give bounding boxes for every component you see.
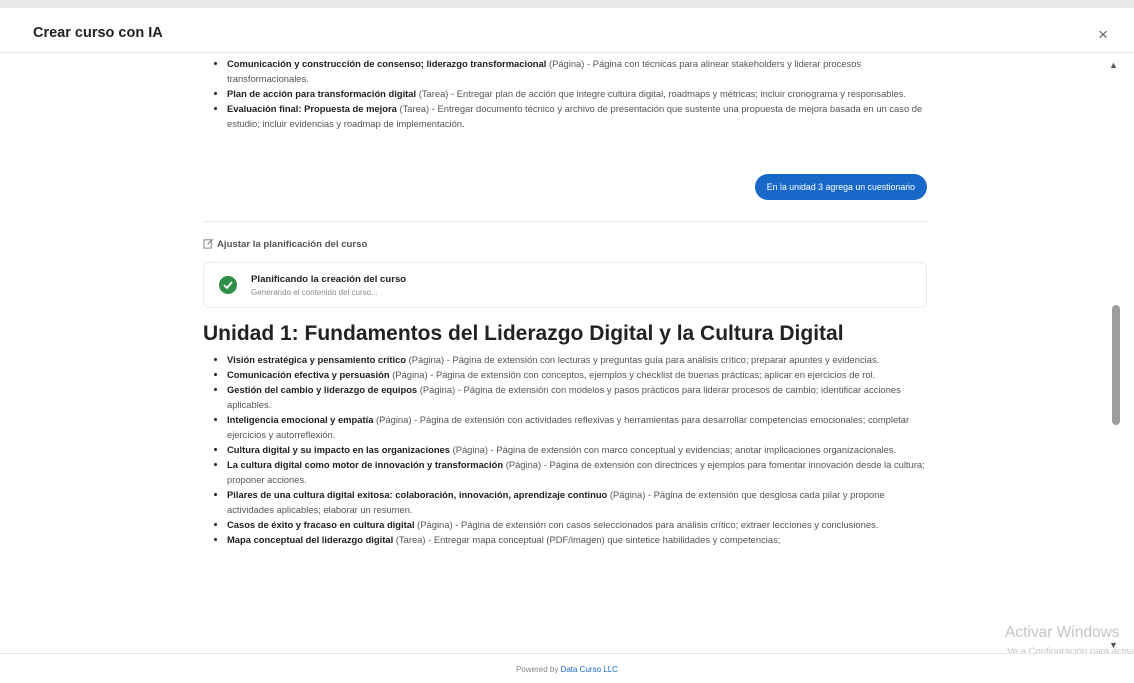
item-title: Plan de acción para transformación digit… bbox=[227, 88, 417, 99]
item-description: - Entregar mapa conceptual (PDF/imagen) … bbox=[428, 534, 781, 545]
footer-link[interactable]: Data Curso LLC bbox=[561, 665, 618, 674]
background-window-strip bbox=[0, 0, 1134, 8]
item-description: - Página de extensión con lecturas y pre… bbox=[446, 354, 880, 365]
item-description: - Entregar plan de acción que integre cu… bbox=[451, 88, 906, 99]
list-item: Inteligencia emocional y empatía (Página… bbox=[227, 412, 927, 442]
list-item: La cultura digital como motor de innovac… bbox=[227, 457, 927, 487]
list-item: Visión estratégica y pensamiento crítico… bbox=[227, 352, 927, 367]
item-title: Comunicación y construcción de consenso;… bbox=[227, 58, 547, 69]
item-title: Visión estratégica y pensamiento crítico bbox=[227, 354, 407, 365]
item-type: (Página) bbox=[548, 58, 585, 69]
unit-1-items: Visión estratégica y pensamiento crítico… bbox=[203, 352, 927, 547]
item-title: Inteligencia emocional y empatía bbox=[227, 414, 374, 425]
item-type: (Página) bbox=[417, 519, 453, 530]
footer: Powered by Data Curso LLC bbox=[0, 653, 1134, 683]
item-description: - Página de extensión con conceptos, eje… bbox=[430, 369, 876, 380]
check-icon bbox=[219, 276, 237, 294]
item-type: (Página) bbox=[505, 459, 542, 470]
list-item: Casos de éxito y fracaso en cultura digi… bbox=[227, 517, 927, 532]
item-type: (Página) bbox=[419, 384, 456, 395]
list-item: Cultura digital y su impacto en las orga… bbox=[227, 442, 927, 457]
item-title: Mapa conceptual del liderazgo digital bbox=[227, 534, 394, 545]
previous-unit-items: Comunicación y construcción de consenso;… bbox=[203, 56, 927, 131]
list-item: Comunicación efectiva y persuasión (Pági… bbox=[227, 367, 927, 382]
list-item: Plan de acción para transformación digit… bbox=[227, 86, 927, 101]
item-type: (Página) bbox=[376, 414, 412, 425]
chat-content: Comunicación y construcción de consenso;… bbox=[203, 52, 927, 652]
activation-watermark: Activar Windows bbox=[1005, 624, 1120, 641]
item-type: (Tarea) bbox=[418, 88, 449, 99]
close-button[interactable]: × bbox=[1098, 26, 1108, 43]
item-title: Pilares de una cultura digital exitosa: … bbox=[227, 489, 608, 500]
list-item: Evaluación final: Propuesta de mejora (T… bbox=[227, 101, 927, 131]
item-type: (Tarea) bbox=[399, 103, 430, 114]
list-item: Comunicación y construcción de consenso;… bbox=[227, 56, 927, 86]
powered-by-prefix: Powered by bbox=[516, 665, 559, 674]
list-item: Pilares de una cultura digital exitosa: … bbox=[227, 487, 927, 517]
item-list: Visión estratégica y pensamiento crítico… bbox=[203, 352, 927, 547]
modal-title: Crear curso con IA bbox=[33, 25, 163, 41]
item-title: Comunicación efectiva y persuasión bbox=[227, 369, 390, 380]
divider bbox=[203, 221, 927, 222]
unit-heading: Unidad 1: Fundamentos del Liderazgo Digi… bbox=[203, 322, 844, 345]
item-type: (Tarea) bbox=[395, 534, 426, 545]
list-item: Gestión del cambio y liderazgo de equipo… bbox=[227, 382, 927, 412]
item-title: Cultura digital y su impacto en las orga… bbox=[227, 444, 450, 455]
item-type: (Página) bbox=[452, 444, 489, 455]
adjust-planning-link[interactable]: Ajustar la planificación del curso bbox=[203, 238, 367, 250]
powered-by: Powered by Data Curso LLC bbox=[0, 665, 1134, 674]
item-title: Evaluación final: Propuesta de mejora bbox=[227, 103, 397, 114]
status-subtitle: Generando el contenido del curso... bbox=[251, 288, 378, 297]
scrollbar-thumb[interactable] bbox=[1112, 305, 1120, 425]
scroll-up-arrow[interactable]: ▲ bbox=[1109, 60, 1118, 70]
status-title: Planificando la creación del curso bbox=[251, 274, 407, 285]
item-list: Comunicación y construcción de consenso;… bbox=[203, 56, 927, 131]
item-title: La cultura digital como motor de innovac… bbox=[227, 459, 504, 470]
item-type: (Página) bbox=[408, 354, 445, 365]
item-title: Gestión del cambio y liderazgo de equipo… bbox=[227, 384, 418, 395]
adjust-planning-label: Ajustar la planificación del curso bbox=[217, 239, 368, 250]
item-type: (Página) bbox=[609, 489, 646, 500]
planning-status-card: Planificando la creación del curso Gener… bbox=[203, 262, 927, 308]
item-description: - Página de extensión con marco conceptu… bbox=[490, 444, 897, 455]
item-type: (Página) bbox=[392, 369, 428, 380]
modal-header: Crear curso con IA × bbox=[0, 8, 1134, 53]
item-title: Casos de éxito y fracaso en cultura digi… bbox=[227, 519, 415, 530]
item-description: - Página de extensión con casos seleccio… bbox=[455, 519, 879, 530]
list-item: Mapa conceptual del liderazgo digital (T… bbox=[227, 532, 927, 547]
edit-icon bbox=[203, 238, 214, 249]
user-message-bubble: En la unidad 3 agrega un cuestionario bbox=[754, 174, 927, 200]
